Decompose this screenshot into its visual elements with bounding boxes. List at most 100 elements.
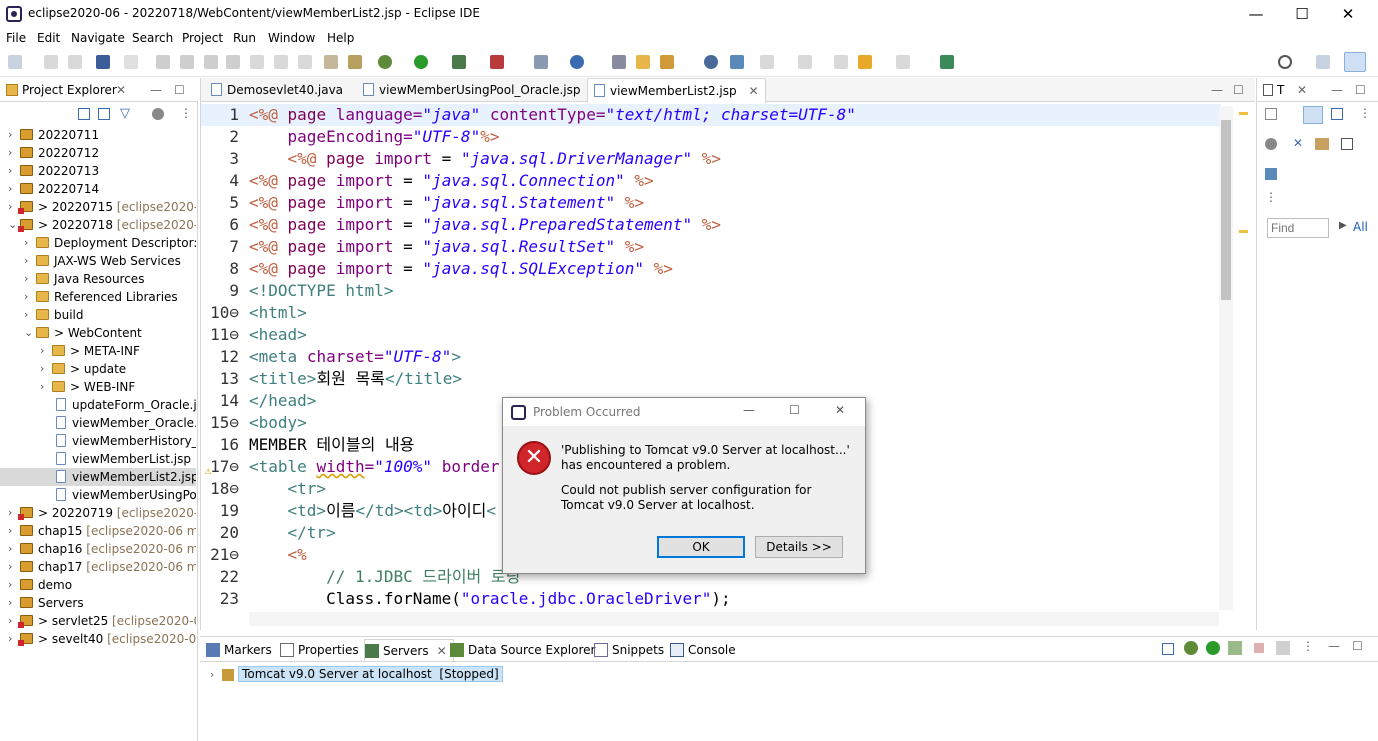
- hide-completed-icon[interactable]: ✕: [1293, 136, 1303, 150]
- save-all-icon[interactable]: [68, 55, 82, 69]
- web-browser-icon[interactable]: [704, 55, 718, 69]
- code-line[interactable]: 10⊖ <html>: [201, 302, 1221, 324]
- code-line[interactable]: 12 <meta charset="UTF-8">: [201, 346, 1221, 368]
- view-options-icon[interactable]: [152, 108, 164, 120]
- expand-chevron-icon[interactable]: ›: [8, 594, 18, 612]
- maximize-view-icon[interactable]: ☐: [1352, 639, 1363, 653]
- server-label[interactable]: Tomcat v9.0 Server at localhost [Stopped…: [238, 666, 503, 682]
- tree-item[interactable]: › > WEB-INF: [0, 378, 196, 396]
- tree-item[interactable]: viewMemberList2.jsp: [0, 468, 196, 486]
- minimize-button[interactable]: —: [1233, 2, 1279, 26]
- drop-to-frame-icon[interactable]: [324, 55, 338, 69]
- project-explorer-tab[interactable]: Project Explorer: [22, 78, 117, 102]
- use-step-filters-icon[interactable]: [348, 55, 362, 69]
- expand-chevron-icon[interactable]: ›: [210, 668, 214, 681]
- debug-icon[interactable]: [378, 55, 392, 69]
- step-return-icon[interactable]: [298, 55, 312, 69]
- scrollbar-thumb[interactable]: [1221, 120, 1231, 300]
- tree-item[interactable]: viewMember_Oracle.jsp: [0, 414, 196, 432]
- last-edit-icon[interactable]: [834, 55, 848, 69]
- tree-item[interactable]: › > sevelt40 [eclipse2020-06 m: [0, 630, 196, 648]
- scheduled-icon[interactable]: [1331, 108, 1343, 120]
- java-ee-perspective-icon[interactable]: [1344, 52, 1366, 72]
- warning-marker[interactable]: [1239, 112, 1248, 115]
- maximize-view-icon[interactable]: ☐: [1355, 83, 1366, 97]
- step-into-icon[interactable]: [250, 55, 264, 69]
- minimize-view-icon[interactable]: —: [1331, 83, 1343, 97]
- forward-icon[interactable]: [896, 55, 910, 69]
- tree-item[interactable]: › 20220712: [0, 144, 196, 162]
- expand-chevron-icon[interactable]: ›: [8, 126, 18, 144]
- view-menu-icon[interactable]: ⋮: [1302, 639, 1314, 653]
- expand-chevron-icon[interactable]: ›: [24, 234, 34, 252]
- dialog-close-button[interactable]: ✕: [835, 403, 845, 417]
- minimize-view-icon[interactable]: —: [1328, 639, 1340, 653]
- step-over-icon[interactable]: [274, 55, 288, 69]
- expand-chevron-icon[interactable]: ›: [40, 378, 50, 396]
- warning-marker[interactable]: [1239, 230, 1248, 233]
- expand-chevron-icon[interactable]: ›: [8, 144, 18, 162]
- tree-item[interactable]: viewMemberUsingPool: [0, 486, 196, 504]
- outline-tab[interactable]: T: [1277, 83, 1284, 97]
- open-task-icon[interactable]: [636, 55, 650, 69]
- tree-item[interactable]: › > 20220719 [eclipse2020-06: [0, 504, 196, 522]
- ok-button[interactable]: OK: [657, 536, 745, 558]
- tree-item[interactable]: › chap15 [eclipse2020-06 m: [0, 522, 196, 540]
- close-tab-icon[interactable]: ✕: [116, 78, 126, 102]
- pin-editor-icon[interactable]: [940, 55, 954, 69]
- expand-chevron-icon[interactable]: ›: [24, 288, 34, 306]
- expand-chevron-icon[interactable]: ›: [8, 522, 18, 540]
- code-line[interactable]: 11⊖ <head>: [201, 324, 1221, 346]
- expand-chevron-icon[interactable]: ›: [24, 270, 34, 288]
- tab-servers[interactable]: Servers ✕: [364, 639, 454, 661]
- tree-item[interactable]: › Servers: [0, 594, 196, 612]
- view-menu-icon[interactable]: ⋮: [1359, 106, 1371, 120]
- expand-chevron-icon[interactable]: ›: [8, 630, 18, 648]
- expand-chevron-icon[interactable]: ›: [24, 306, 34, 324]
- close-tab-icon[interactable]: ✕: [437, 644, 447, 658]
- code-line[interactable]: 5 <%@ page import = "java.sql.Statement" …: [201, 192, 1221, 214]
- menu-help[interactable]: Help: [327, 31, 354, 45]
- open-type-icon[interactable]: [612, 55, 626, 69]
- menu-navigate[interactable]: Navigate: [71, 31, 125, 45]
- tree-item[interactable]: › 20220714: [0, 180, 196, 198]
- maximize-editor-icon[interactable]: ☐: [1233, 78, 1244, 102]
- terminate-icon[interactable]: [204, 55, 218, 69]
- menu-project[interactable]: Project: [182, 31, 223, 45]
- tree-item[interactable]: › Referenced Libraries: [0, 288, 196, 306]
- details-button[interactable]: Details >>: [755, 536, 843, 558]
- collapse-all-icon[interactable]: [1162, 643, 1174, 655]
- code-line[interactable]: 6 <%@ page import = "java.sql.PreparedSta…: [201, 214, 1221, 236]
- external-tools-icon[interactable]: [490, 55, 504, 69]
- tree-item[interactable]: › build: [0, 306, 196, 324]
- tab-viewmemberusingpool-oracle[interactable]: viewMemberUsingPool_Oracle.jsp: [357, 78, 586, 102]
- coverage-icon[interactable]: [452, 55, 466, 69]
- code-line[interactable]: 3 <%@ page import = "java.sql.DriverMana…: [201, 148, 1221, 170]
- tree-item[interactable]: › Deployment Descriptor: 2: [0, 234, 196, 252]
- new-task-icon[interactable]: [1265, 108, 1277, 120]
- tab-demosevlet40[interactable]: Demosevlet40.java: [205, 78, 349, 102]
- tree-item[interactable]: › > META-INF: [0, 342, 196, 360]
- save-icon[interactable]: [44, 55, 58, 69]
- code-line[interactable]: 13 <title>회원 목록</title>: [201, 368, 1221, 390]
- tree-item[interactable]: viewMemberList.jsp: [0, 450, 196, 468]
- expand-chevron-icon[interactable]: ›: [8, 612, 18, 630]
- code-line[interactable]: 9 <!DOCTYPE html>: [201, 280, 1221, 302]
- search-icon[interactable]: [1278, 55, 1292, 69]
- disconnect-icon[interactable]: [226, 55, 240, 69]
- categorize-icon[interactable]: [1303, 106, 1323, 124]
- code-line[interactable]: 23 Class.forName("oracle.jdbc.OracleDriv…: [201, 588, 1221, 610]
- menu-edit[interactable]: Edit: [37, 31, 60, 45]
- expand-chevron-icon[interactable]: ›: [8, 198, 18, 216]
- previous-annotation-icon[interactable]: [798, 55, 812, 69]
- tab-markers[interactable]: Markers: [206, 639, 272, 661]
- terminal-icon[interactable]: [96, 55, 110, 69]
- expand-chevron-icon[interactable]: ›: [8, 504, 18, 522]
- publish-icon[interactable]: [1276, 641, 1290, 655]
- close-tab-icon[interactable]: ✕: [748, 84, 758, 98]
- tree-item[interactable]: › demo: [0, 576, 196, 594]
- menu-file[interactable]: File: [6, 31, 26, 45]
- expand-chevron-icon[interactable]: ›: [8, 180, 18, 198]
- back-icon[interactable]: [858, 55, 872, 69]
- profile-server-icon[interactable]: [1228, 641, 1242, 655]
